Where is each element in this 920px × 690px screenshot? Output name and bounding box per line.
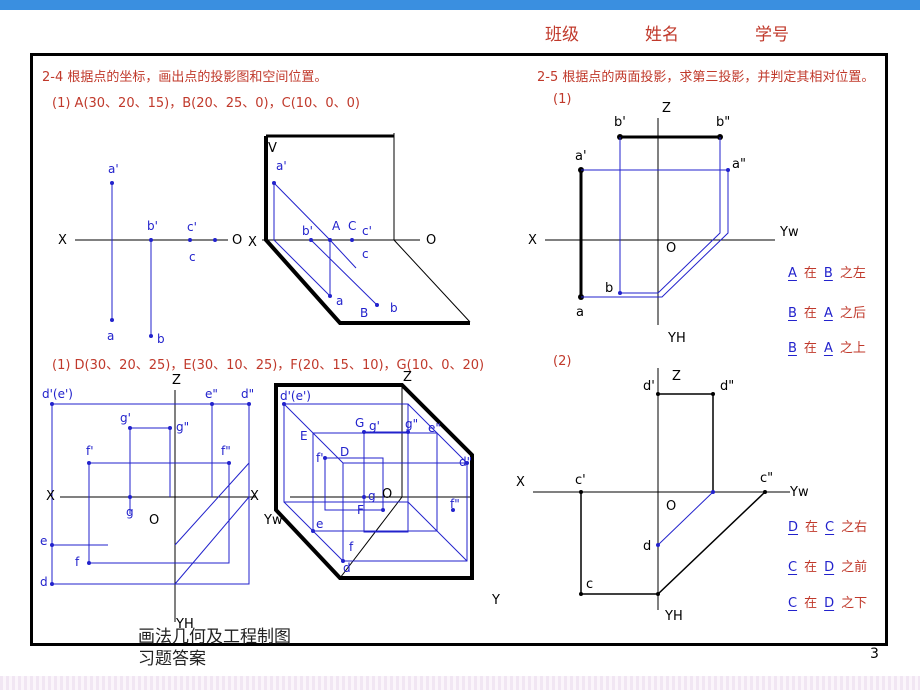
svg-text:g: g [126, 505, 134, 519]
svg-text:b': b' [147, 219, 158, 233]
svg-text:Yw: Yw [263, 513, 283, 528]
svg-text:B: B [360, 306, 368, 320]
svg-text:a": a" [732, 157, 746, 172]
svg-text:Yw: Yw [789, 485, 809, 500]
svg-text:b: b [157, 332, 165, 346]
svg-text:V: V [268, 141, 277, 156]
drawing-2-4-2-projection [50, 390, 256, 622]
svg-text:D: D [340, 445, 349, 459]
svg-text:O: O [149, 513, 159, 528]
svg-text:e": e" [205, 387, 218, 401]
svg-text:g: g [368, 489, 376, 503]
svg-text:a: a [336, 294, 343, 308]
svg-text:X: X [248, 235, 257, 250]
svg-text:f': f' [86, 444, 94, 458]
svg-text:c": c" [760, 471, 773, 486]
svg-text:Z: Z [672, 369, 681, 384]
svg-text:C: C [348, 219, 356, 233]
svg-text:e: e [316, 517, 323, 531]
svg-text:b': b' [614, 115, 626, 130]
svg-text:d': d' [643, 379, 655, 394]
svg-text:c: c [362, 247, 369, 261]
svg-text:O: O [666, 241, 676, 256]
svg-text:e: e [40, 534, 47, 548]
svg-text:c': c' [575, 473, 586, 488]
drawings: X O a' a b' b c' c V X O a' b' A C c' c … [40, 101, 809, 632]
svg-text:X: X [528, 233, 537, 248]
svg-text:f': f' [316, 451, 324, 465]
svg-text:O: O [426, 233, 436, 248]
svg-text:Z: Z [403, 370, 412, 385]
svg-text:b: b [605, 281, 613, 296]
svg-text:g": g" [405, 417, 418, 431]
svg-text:d: d [343, 561, 351, 575]
page-number: 3 [870, 646, 879, 662]
svg-text:d'(e'): d'(e') [42, 387, 73, 401]
label-x-1: X [58, 233, 67, 248]
svg-text:F: F [357, 503, 364, 517]
drawing-2-4-1-projection [75, 181, 228, 338]
svg-text:d'(e'): d'(e') [280, 389, 311, 403]
svg-text:f": f" [221, 444, 231, 458]
svg-text:Y: Y [491, 593, 500, 608]
svg-text:a': a' [575, 149, 587, 164]
svg-text:c: c [586, 577, 593, 592]
svg-text:g': g' [369, 419, 380, 433]
svg-text:d": d" [459, 455, 472, 469]
svg-text:Yw: Yw [779, 225, 799, 240]
svg-text:e": e" [428, 421, 441, 435]
svg-text:YH: YH [667, 331, 686, 346]
svg-text:E: E [300, 429, 308, 443]
svg-text:d": d" [241, 387, 254, 401]
svg-text:X: X [250, 489, 259, 504]
svg-text:g": g" [176, 420, 189, 434]
svg-text:d: d [643, 539, 651, 554]
svg-text:Z: Z [172, 373, 181, 388]
svg-text:a': a' [276, 159, 287, 173]
svg-text:c': c' [187, 220, 197, 234]
svg-text:f: f [75, 555, 80, 569]
svg-text:X: X [46, 489, 55, 504]
svg-text:Z: Z [662, 101, 671, 116]
svg-text:c': c' [362, 224, 372, 238]
svg-text:a: a [107, 329, 114, 343]
svg-text:a: a [576, 305, 584, 320]
svg-text:A: A [332, 219, 341, 233]
svg-text:b': b' [302, 224, 313, 238]
svg-text:d: d [40, 575, 48, 589]
svg-text:O: O [382, 487, 392, 502]
svg-text:g': g' [120, 411, 131, 425]
svg-text:a': a' [108, 162, 119, 176]
footer-caption: 画法几何及工程制图 习题答案 [138, 627, 291, 669]
svg-text:G: G [355, 416, 364, 430]
svg-text:b": b" [716, 115, 730, 130]
svg-text:c: c [189, 250, 196, 264]
svg-text:YH: YH [664, 609, 683, 624]
svg-text:f: f [349, 540, 354, 554]
svg-text:d": d" [720, 379, 734, 394]
label-o-1: O [232, 233, 242, 248]
svg-text:X: X [516, 475, 525, 490]
bottom-stripe [0, 676, 920, 690]
svg-text:f": f" [450, 497, 460, 511]
drawing-2-4-2-space [274, 383, 474, 580]
svg-text:O: O [666, 499, 676, 514]
svg-text:b: b [390, 301, 398, 315]
drawing-2-5-2 [533, 368, 790, 610]
